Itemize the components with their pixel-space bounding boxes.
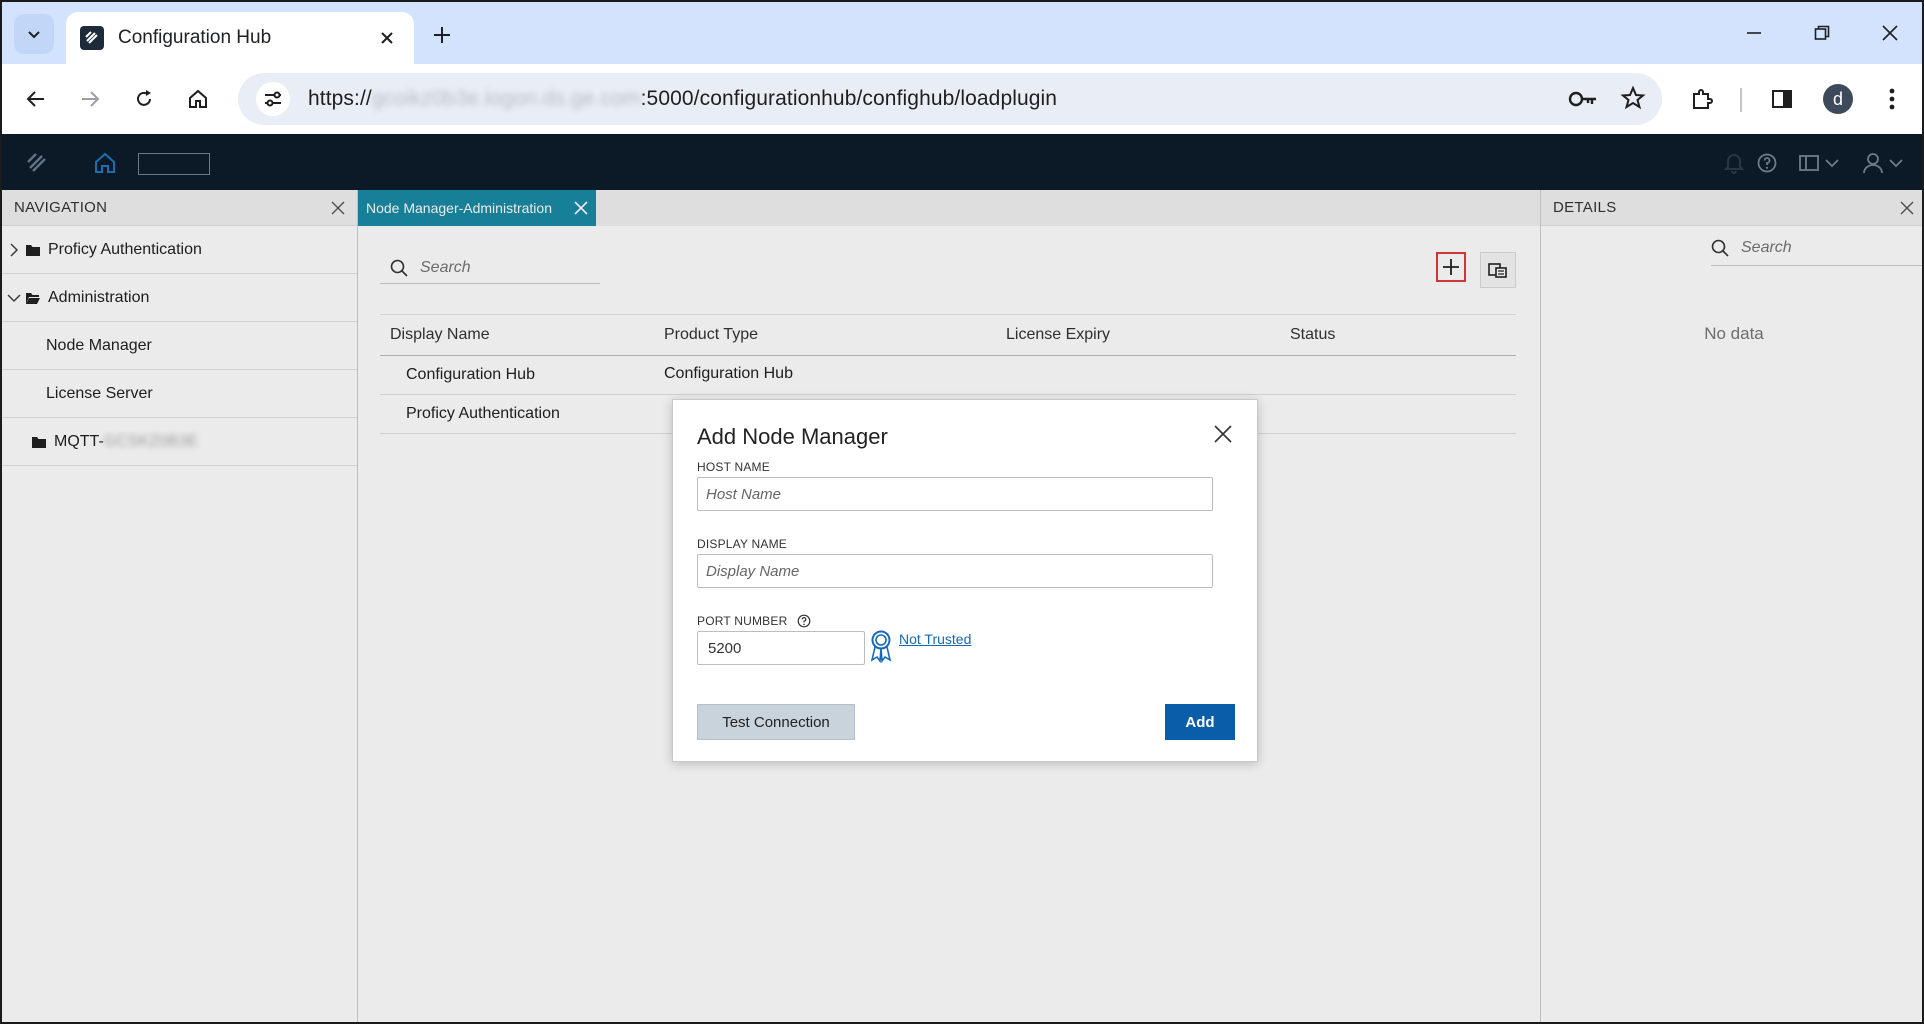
home-button[interactable] — [180, 81, 216, 117]
address-bar[interactable]: https://gcoikz0b3e.logon.ds.ge.com:5000/… — [238, 73, 1662, 125]
minimize-button[interactable] — [1734, 16, 1774, 50]
plus-icon — [434, 27, 450, 43]
app-header-field[interactable] — [138, 153, 210, 175]
side-panel-button[interactable] — [1764, 81, 1800, 117]
tab-title: Configuration Hub — [118, 27, 272, 48]
tab-close-icon[interactable] — [374, 25, 400, 51]
app-logo-icon[interactable] — [24, 150, 50, 176]
close-icon — [1882, 25, 1898, 41]
home-icon — [189, 89, 207, 108]
browser-tab[interactable]: Configuration Hub — [66, 12, 414, 64]
password-key-icon[interactable] — [1568, 82, 1598, 121]
extensions-button[interactable] — [1684, 81, 1720, 117]
tab-strip: Configuration Hub — [2, 2, 1922, 64]
host-name-label: HOST NAME — [697, 460, 770, 474]
back-button[interactable] — [18, 81, 54, 117]
port-number-label: PORT NUMBER — [697, 614, 788, 628]
bookmark-star-icon[interactable] — [1620, 82, 1646, 121]
url-text: https://gcoikz0b3e.logon.ds.ge.com:5000/… — [308, 87, 1058, 110]
reload-button[interactable] — [126, 81, 162, 117]
restore-icon — [1814, 25, 1830, 40]
browser-toolbar: https://gcoikz0b3e.logon.ds.ge.com:5000/… — [2, 64, 1922, 134]
add-node-manager-dialog: Add Node Manager HOST NAME DISPLAY NAME … — [672, 399, 1258, 762]
help-icon[interactable] — [797, 614, 811, 628]
close-window-button[interactable] — [1870, 16, 1910, 50]
tab-search-button[interactable] — [14, 14, 54, 54]
notification-bell-icon[interactable] — [1724, 150, 1744, 176]
profile-button[interactable]: d — [1820, 81, 1856, 117]
help-icon[interactable] — [1756, 150, 1778, 176]
port-number-input[interactable] — [697, 631, 865, 665]
browser-window: Configuration Hub https://gcoikz0b3e.log… — [0, 0, 1924, 1024]
arrow-right-icon — [82, 91, 100, 107]
user-menu-icon[interactable] — [1862, 150, 1908, 176]
side-panel-icon — [1772, 90, 1792, 108]
test-connection-button[interactable]: Test Connection — [697, 704, 855, 740]
avatar: d — [1823, 84, 1853, 114]
new-tab-button[interactable] — [426, 19, 458, 51]
close-icon[interactable] — [1211, 422, 1235, 446]
not-trusted-link[interactable]: Not Trusted — [899, 631, 971, 647]
arrow-left-icon — [26, 91, 44, 107]
host-name-input[interactable] — [697, 477, 1213, 511]
display-name-label: DISPLAY NAME — [697, 537, 787, 551]
more-vertical-icon — [1889, 88, 1895, 110]
browser-menu-button[interactable] — [1874, 81, 1910, 117]
certificate-ribbon-icon — [870, 630, 892, 663]
site-info-icon[interactable] — [256, 82, 290, 116]
dialog-title: Add Node Manager — [697, 424, 888, 449]
display-name-input[interactable] — [697, 554, 1213, 588]
app-header-bar — [2, 134, 1922, 190]
chevron-down-icon — [28, 31, 40, 39]
add-button[interactable]: Add — [1165, 704, 1235, 740]
reload-icon — [137, 90, 151, 106]
app-favicon-icon — [80, 26, 104, 50]
forward-button[interactable] — [72, 81, 108, 117]
restore-button[interactable] — [1802, 16, 1842, 50]
home-icon[interactable] — [92, 150, 118, 176]
minimize-icon — [1747, 32, 1761, 34]
layout-menu-icon[interactable] — [1798, 150, 1844, 176]
puzzle-icon — [1693, 89, 1713, 109]
toolbar-separator — [1740, 88, 1742, 112]
